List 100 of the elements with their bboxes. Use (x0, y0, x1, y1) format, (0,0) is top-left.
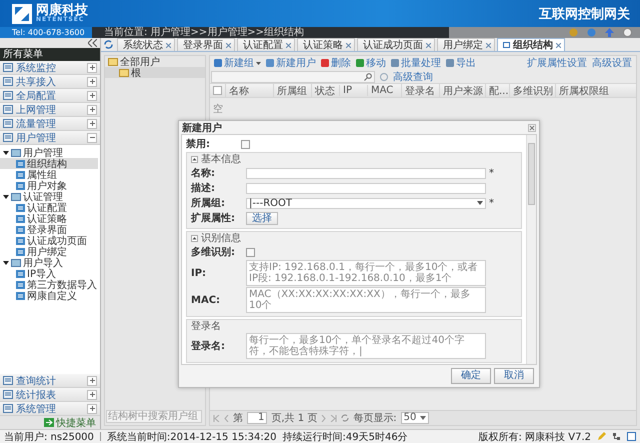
tree-root[interactable]: 全部用户 (105, 56, 205, 67)
column-header[interactable]: 登录名 (401, 84, 439, 98)
menu-header[interactable]: 流量管理 (0, 117, 100, 131)
tab[interactable]: 用户绑定 (437, 38, 495, 51)
tree-item[interactable]: 认证配置 (0, 202, 98, 213)
menu-header[interactable]: 用户管理 (0, 131, 100, 145)
collapse-icon[interactable] (191, 156, 198, 162)
menu-header[interactable]: 系统监控 (0, 61, 100, 75)
pencil-icon[interactable] (597, 432, 606, 441)
last-page-icon[interactable] (330, 414, 338, 422)
tree-item[interactable]: 属性组 (0, 169, 98, 180)
toggle-icon[interactable] (87, 76, 97, 86)
column-header[interactable]: 名称 (225, 84, 273, 98)
tree-item[interactable]: 根 (105, 67, 205, 78)
tree-item[interactable]: 组织结构 (0, 158, 98, 169)
column-header[interactable]: IP (339, 85, 367, 96)
tab[interactable]: 认证策略 (297, 38, 355, 51)
window-icon[interactable] (627, 432, 636, 441)
menu-header[interactable]: 全局配置 (0, 89, 100, 103)
tree-item[interactable]: 第三方数据导入 (0, 279, 98, 290)
menu-header[interactable]: 系统管理 (0, 402, 100, 416)
column-header[interactable]: 配... (485, 84, 509, 98)
toolbar-link[interactable]: 高级设置 (592, 56, 632, 70)
tab[interactable]: 认证成功页面 (357, 38, 435, 51)
text-field[interactable] (246, 168, 486, 178)
tree-item[interactable]: 登录界面 (0, 224, 98, 235)
close-icon[interactable] (226, 42, 231, 48)
page-number-field[interactable]: 1 (247, 412, 268, 424)
first-page-icon[interactable] (213, 414, 220, 422)
text-field[interactable] (246, 182, 486, 194)
toolbar-button[interactable]: 新建组 (214, 56, 261, 70)
select-button[interactable]: 选择 (246, 212, 278, 224)
collapse-icon[interactable] (191, 234, 198, 242)
advanced-search-link[interactable]: 高级查询 (393, 70, 433, 84)
column-header[interactable]: 所属组 (273, 84, 311, 98)
power-icon[interactable] (623, 28, 632, 37)
text-area[interactable]: 每行一个，最多10个，单个登录名不超过40个字符，不能包含特殊字符，| (246, 333, 486, 359)
section-legend[interactable]: 识别信息 (201, 231, 241, 245)
menu-header[interactable]: 统计报表 (0, 388, 100, 402)
scrollbar[interactable] (526, 135, 536, 364)
quick-menu-button[interactable]: 快捷菜单 (0, 416, 100, 429)
disable-checkbox[interactable] (241, 140, 250, 148)
tab[interactable]: 登录界面 (177, 38, 235, 51)
close-icon[interactable] (286, 42, 291, 48)
text-area[interactable]: 支持IP: 192.168.0.1，每行一个，最多10个，或者IP段: 192.168.0.1-192.168.0.10，最多1个 (246, 260, 486, 286)
toggle-icon[interactable] (87, 90, 97, 100)
column-header[interactable]: MAC (367, 85, 401, 96)
caret-icon[interactable] (3, 150, 9, 156)
close-icon[interactable] (426, 42, 431, 48)
tab[interactable]: 认证配置 (237, 38, 295, 51)
collapse-icon[interactable] (88, 39, 97, 47)
toggle-icon[interactable] (87, 376, 97, 386)
menu-header[interactable]: 查询统计 (0, 374, 100, 388)
column-header[interactable]: 多维识别 (509, 84, 555, 98)
text-area[interactable]: MAC（XX:XX:XX:XX:XX:XX），每行一个，最多10个 (246, 287, 486, 313)
tree-item[interactable]: 用户对象 (0, 180, 98, 191)
dialog-button[interactable]: 取消 (494, 368, 534, 384)
close-icon[interactable] (486, 42, 491, 48)
toolbar-button[interactable]: 批量处理 (391, 56, 441, 70)
dialog-button[interactable]: 确定 (451, 368, 491, 384)
close-icon[interactable] (346, 42, 351, 48)
menu-header[interactable]: 共享接入 (0, 75, 100, 89)
toolbar-button[interactable]: 导出 (446, 56, 476, 70)
column-header[interactable]: 所属权限组 (555, 84, 611, 98)
toolbar-link[interactable]: 扩展属性设置 (527, 56, 587, 70)
checkbox[interactable] (246, 248, 255, 256)
column-header[interactable]: 用户来源 (439, 84, 485, 98)
toolbar-button[interactable]: 删除 (321, 56, 351, 70)
tab[interactable]: 系统状态 (117, 38, 175, 51)
toggle-icon[interactable] (87, 404, 97, 414)
tree-group[interactable]: 用户导入 (0, 257, 100, 268)
section-legend[interactable]: 基本信息 (201, 152, 241, 166)
tree-item[interactable]: 网康自定义 (0, 290, 98, 301)
caret-icon[interactable] (3, 260, 9, 266)
tree-group[interactable]: 认证管理 (0, 191, 100, 202)
column-header[interactable]: 状态 (311, 84, 339, 98)
toolbar-button[interactable]: 移动 (356, 56, 386, 70)
group-select[interactable]: |---ROOT (246, 198, 486, 208)
per-page-select[interactable]: 50 (400, 412, 430, 424)
help-icon[interactable] (380, 72, 388, 80)
toolbar-button[interactable]: 新建用户 (266, 56, 316, 70)
toggle-icon[interactable] (87, 390, 97, 400)
search-field[interactable] (211, 70, 375, 82)
refresh-icon[interactable] (104, 40, 113, 49)
refresh-icon[interactable] (341, 414, 350, 422)
menu-header[interactable]: 上网管理 (0, 103, 100, 117)
close-icon[interactable] (166, 42, 171, 48)
toggle-icon[interactable] (87, 104, 97, 114)
tree-item[interactable]: IP导入 (0, 268, 98, 279)
tree-group[interactable]: 用户管理 (0, 147, 100, 158)
tree-item[interactable]: 认证成功页面 (0, 235, 98, 246)
close-icon[interactable] (528, 124, 536, 132)
tree-item[interactable]: 认证策略 (0, 213, 98, 224)
next-page-icon[interactable] (321, 414, 326, 422)
toggle-icon[interactable] (87, 62, 97, 72)
previous-page-icon[interactable] (224, 414, 229, 422)
toggle-icon[interactable] (87, 118, 97, 128)
select-all-checkbox[interactable] (213, 86, 222, 95)
tab[interactable]: 组织结构 (497, 38, 565, 51)
close-icon[interactable] (556, 42, 561, 48)
